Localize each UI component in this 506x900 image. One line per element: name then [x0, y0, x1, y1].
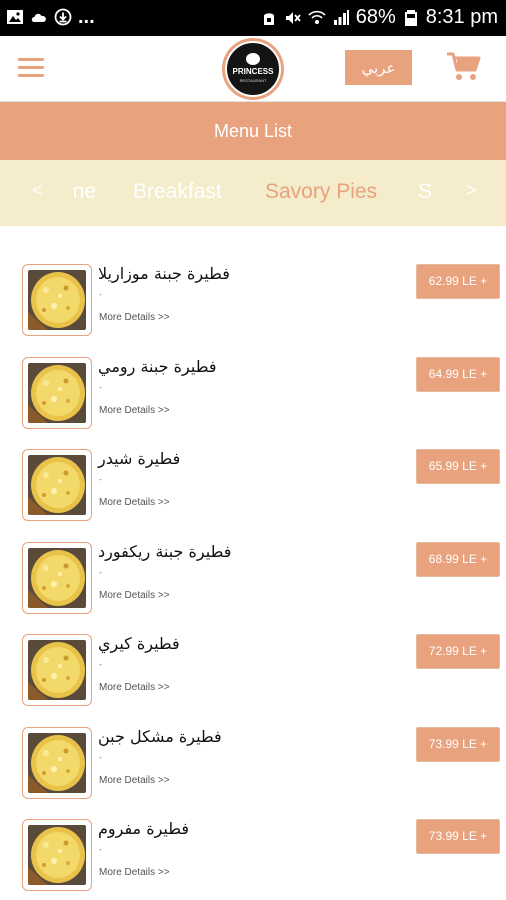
- more-details-link[interactable]: More Details >>: [99, 312, 170, 323]
- item-description: -: [99, 290, 102, 299]
- item-name[interactable]: فطيرة كيري: [98, 634, 180, 653]
- item-thumbnail[interactable]: [22, 726, 92, 799]
- mute-icon: [285, 11, 301, 24]
- menu-item: فطيرة شيدر - More Details >> 65.99 LE +: [0, 449, 506, 541]
- logo-text: PRINCESS: [232, 67, 274, 76]
- add-to-cart-price-button[interactable]: 72.99 LE +: [416, 634, 500, 669]
- category-tab-savory-pies[interactable]: Savory Pies: [265, 180, 377, 204]
- crown-icon: [246, 53, 260, 65]
- page-title: Menu List: [0, 102, 506, 160]
- clock: 8:31 pm: [425, 6, 498, 28]
- cheese-pie-image: [28, 362, 86, 423]
- item-thumbnail[interactable]: [22, 264, 92, 336]
- language-toggle-button[interactable]: عربي: [345, 50, 412, 85]
- notification-overflow: ...: [78, 6, 95, 28]
- cheese-pie-image: [28, 455, 86, 515]
- logo-subtext: RESTAURANT: [239, 78, 267, 83]
- more-details-link[interactable]: More Details >>: [99, 775, 170, 786]
- category-tab-breakfast[interactable]: Breakfast: [133, 180, 222, 204]
- item-name[interactable]: فطيرة جبنة موزاريلا: [98, 264, 230, 283]
- category-tab-partial-right[interactable]: S: [418, 180, 432, 204]
- item-name[interactable]: فطيرة جبنة رومي: [98, 357, 216, 376]
- item-thumbnail[interactable]: [22, 819, 92, 891]
- item-description: -: [99, 382, 102, 392]
- more-details-link[interactable]: More Details >>: [99, 867, 170, 878]
- gallery-icon: [7, 10, 23, 24]
- add-to-cart-price-button[interactable]: 73.99 LE +: [416, 819, 500, 854]
- status-bar: ... 68% 8:31 pm: [0, 0, 506, 36]
- signal-icon: [333, 9, 349, 25]
- item-description: -: [99, 752, 102, 762]
- app-header: PRINCESS RESTAURANT عربي: [0, 36, 506, 102]
- category-prev-arrow[interactable]: <: [32, 180, 43, 201]
- item-name[interactable]: فطيرة مشكل جبن: [98, 727, 222, 746]
- more-details-link[interactable]: More Details >>: [99, 405, 170, 416]
- item-name[interactable]: فطيرة شيدر: [98, 449, 180, 468]
- menu-item: فطيرة جبنة رومي - More Details >> 64.99 …: [0, 356, 506, 449]
- category-tab-partial-left[interactable]: ne: [73, 180, 96, 204]
- hamburger-menu-icon[interactable]: [18, 58, 44, 78]
- item-description: -: [99, 567, 102, 577]
- battery-icon: [404, 9, 417, 26]
- menu-list: فطيرة جبنة موزاريلا - More Details >> 62…: [0, 226, 506, 900]
- princess-logo[interactable]: PRINCESS RESTAURANT: [222, 38, 284, 100]
- download-icon: [54, 8, 72, 26]
- menu-item: فطيرة جبنة ريكفورد - More Details >> 68.…: [0, 541, 506, 634]
- more-details-link[interactable]: More Details >>: [99, 682, 170, 693]
- item-description: -: [99, 845, 102, 854]
- cheese-pie-image: [28, 732, 86, 793]
- category-next-arrow[interactable]: >: [466, 180, 477, 201]
- item-thumbnail[interactable]: [22, 541, 92, 614]
- menu-item: فطيرة مشكل جبن - More Details >> 73.99 L…: [0, 726, 506, 819]
- add-to-cart-price-button[interactable]: 65.99 LE +: [416, 449, 500, 484]
- wifi-icon: [308, 10, 326, 24]
- battery-percent: 68%: [355, 6, 396, 28]
- item-thumbnail[interactable]: [22, 356, 92, 429]
- item-description: -: [99, 660, 102, 669]
- cloud-icon: [31, 13, 46, 22]
- cheese-pie-image: [28, 270, 86, 330]
- item-name[interactable]: فطيرة جبنة ريكفورد: [98, 542, 231, 561]
- more-details-link[interactable]: More Details >>: [99, 590, 170, 601]
- add-to-cart-price-button[interactable]: 73.99 LE +: [416, 726, 500, 762]
- add-to-cart-price-button[interactable]: 62.99 LE +: [416, 264, 500, 299]
- menu-item: فطيرة مفروم - More Details >> 73.99 LE +: [0, 819, 506, 900]
- add-to-cart-price-button[interactable]: 64.99 LE +: [416, 356, 500, 392]
- cheese-pie-image: [28, 825, 86, 885]
- item-thumbnail[interactable]: [22, 634, 92, 706]
- cart-icon[interactable]: [446, 50, 482, 84]
- item-name[interactable]: فطيرة مفروم: [98, 819, 189, 838]
- menu-item: فطيرة جبنة موزاريلا - More Details >> 62…: [0, 264, 506, 356]
- category-tabs: < ne Breakfast Savory Pies S >: [0, 160, 506, 226]
- alarm-icon: [263, 12, 274, 25]
- item-description: -: [99, 475, 102, 484]
- cheese-pie-image: [28, 640, 86, 700]
- more-details-link[interactable]: More Details >>: [99, 497, 170, 508]
- add-to-cart-price-button[interactable]: 68.99 LE +: [416, 541, 500, 577]
- item-thumbnail[interactable]: [22, 449, 92, 521]
- cheese-pie-image: [28, 547, 86, 608]
- menu-item: فطيرة كيري - More Details >> 72.99 LE +: [0, 634, 506, 726]
